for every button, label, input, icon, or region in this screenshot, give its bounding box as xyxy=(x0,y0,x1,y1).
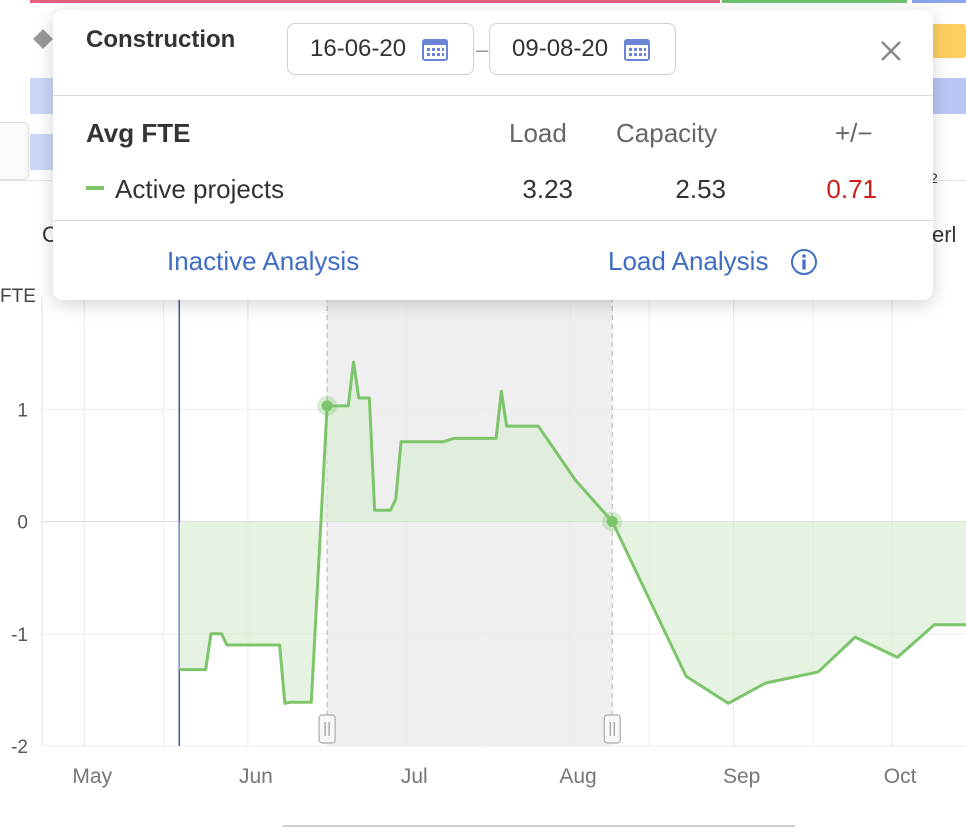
bg-gantt-bar-blue xyxy=(930,78,966,114)
fte-chart[interactable]: 1 0 -1 -2 May Jun Jul Aug Sep Oct xyxy=(0,280,966,828)
timeline-bar-blue xyxy=(912,0,966,3)
bg-diamond-icon xyxy=(33,29,53,49)
selection-drag-handle[interactable] xyxy=(318,714,336,744)
table-header-capacity: Capacity xyxy=(616,118,718,148)
timeline-bar-green xyxy=(722,0,907,3)
chart-svg: 1 0 -1 -2 May Jun Jul Aug Sep Oct xyxy=(11,297,966,827)
y-tick-label: -1 xyxy=(11,625,28,646)
selection-marker xyxy=(321,400,333,412)
x-tick-label: May xyxy=(72,765,112,788)
start-date-field[interactable] xyxy=(287,23,474,75)
x-tick-label: Aug xyxy=(559,765,596,788)
table-header-load: Load xyxy=(509,118,567,148)
popup-title: Construction xyxy=(86,26,236,53)
inactive-analysis-link[interactable]: Inactive Analysis xyxy=(167,246,359,277)
start-date-input[interactable] xyxy=(310,35,414,63)
popup-divider-top xyxy=(53,95,933,96)
x-tick-label: Jun xyxy=(239,765,273,788)
y-tick-label: 1 xyxy=(17,400,28,421)
x-tick-label: Sep xyxy=(723,765,760,788)
selection-drag-handle[interactable] xyxy=(603,714,621,744)
x-tick-label: Jul xyxy=(401,765,428,788)
info-icon[interactable] xyxy=(790,248,818,276)
date-range-separator: – xyxy=(476,37,489,62)
popup-divider-bottom xyxy=(53,220,933,221)
table-header-diff: +/− xyxy=(835,118,873,148)
calendar-icon[interactable] xyxy=(624,37,650,61)
bg-text-right: erl xyxy=(932,222,957,247)
y-tick-label: 0 xyxy=(17,513,28,534)
selection-marker xyxy=(606,516,618,527)
x-tick-label: Oct xyxy=(884,765,917,788)
analysis-popup: Construction – Avg FTE Load Capacit xyxy=(53,10,933,300)
timeline-bar-pink xyxy=(30,0,720,3)
active-projects-legend-swatch xyxy=(86,186,104,190)
table-header-avg-fte: Avg FTE xyxy=(86,118,191,148)
value-capacity: 2.53 xyxy=(675,174,726,204)
end-date-input[interactable] xyxy=(512,35,616,63)
calendar-icon[interactable] xyxy=(422,37,448,61)
close-icon[interactable] xyxy=(878,38,904,64)
bg-tab[interactable] xyxy=(0,122,29,180)
load-analysis-link[interactable]: Load Analysis xyxy=(608,246,768,277)
row-label-active-projects: Active projects xyxy=(115,174,285,204)
value-diff: 0.71 xyxy=(826,174,877,204)
y-tick-label: -2 xyxy=(11,737,28,758)
bg-gantt-bar-yellow xyxy=(930,24,966,58)
value-load: 3.23 xyxy=(522,174,573,204)
end-date-field[interactable] xyxy=(489,23,676,75)
